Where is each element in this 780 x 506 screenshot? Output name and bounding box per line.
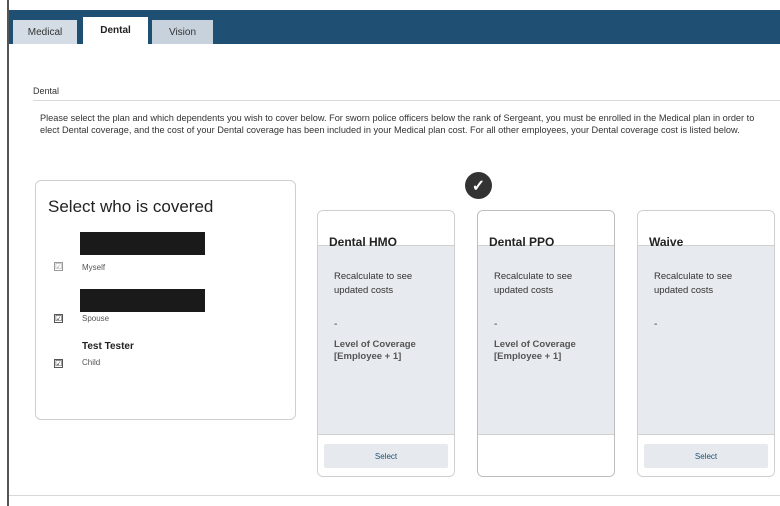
tab-medical[interactable]: Medical <box>13 20 77 44</box>
plan-card-waive[interactable]: Waive Recalculate to see updated costs -… <box>637 210 775 477</box>
redacted-name <box>80 289 205 312</box>
select-dental-hmo-button[interactable]: Select <box>324 444 448 468</box>
covered-card: Select who is covered ☑ Myself ☑ Spouse … <box>35 180 296 420</box>
recalc-text: Recalculate to see updated costs <box>494 271 573 296</box>
bottom-divider <box>9 495 780 496</box>
select-waive-button[interactable]: Select <box>644 444 768 468</box>
dependent-relation: Child <box>82 358 101 367</box>
dependent-relation: Spouse <box>82 314 110 323</box>
level-of-coverage: Level of Coverage [Employee + 1] <box>334 339 416 362</box>
window-border <box>7 0 9 506</box>
plan-cost: - <box>494 319 498 330</box>
selected-check-icon: ✓ <box>465 172 492 199</box>
dependent-relation: Myself <box>82 263 106 272</box>
plan-footer: Select <box>318 434 454 476</box>
plan-footer: Select <box>638 434 774 476</box>
spouse-checkbox[interactable]: ☑ <box>54 314 63 323</box>
plan-card-dental-hmo[interactable]: Dental HMO Recalculate to see updated co… <box>317 210 455 477</box>
tab-vision[interactable]: Vision <box>152 20 213 44</box>
section-divider <box>33 100 780 101</box>
redacted-name <box>80 232 205 255</box>
recalc-text: Recalculate to see updated costs <box>654 271 733 296</box>
plan-card-dental-ppo[interactable]: Dental PPO Recalculate to see updated co… <box>477 210 615 477</box>
tab-dental[interactable]: Dental <box>83 17 148 44</box>
dependent-name: Test Tester <box>82 341 134 352</box>
level-of-coverage: Level of Coverage [Employee + 1] <box>494 339 576 362</box>
plan-footer <box>478 434 614 476</box>
covered-title: Select who is covered <box>48 197 214 216</box>
recalc-text: Recalculate to see updated costs <box>334 271 413 296</box>
section-title: Dental <box>33 86 60 96</box>
child-checkbox[interactable]: ☑ <box>54 359 63 368</box>
plan-cost: - <box>334 319 338 330</box>
section-description: Please select the plan and which depende… <box>40 113 755 135</box>
myself-checkbox[interactable]: ☑ <box>54 262 63 271</box>
plan-cost: - <box>654 319 658 330</box>
